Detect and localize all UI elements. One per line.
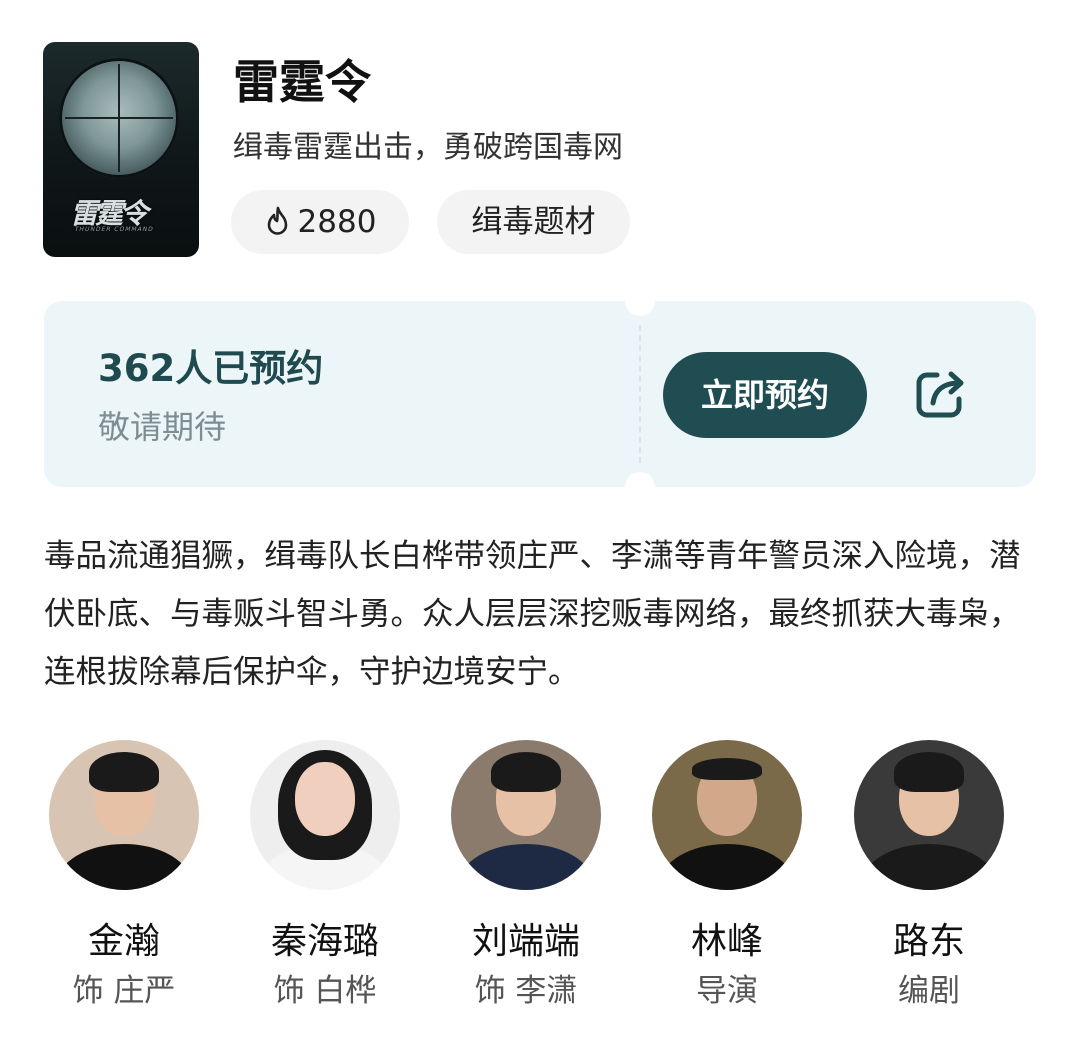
- share-icon[interactable]: [911, 363, 971, 423]
- reservation-count: 362人已预约: [98, 347, 324, 390]
- cast-role: 饰 庄严: [72, 973, 176, 1009]
- cast-name: 金瀚: [87, 921, 160, 962]
- cast-name: 路东: [892, 921, 965, 962]
- reservation-status: 敬请期待: [98, 408, 227, 446]
- cast-role: 编剧: [898, 973, 960, 1009]
- cast-item[interactable]: 林峰 导演: [652, 740, 802, 1012]
- show-description: 毒品流通猖獗，缉毒队长白桦带领庄严、李潇等青年警员深入险境，潜伏卧底、与毒贩斗智…: [44, 538, 1021, 690]
- avatar: [652, 740, 802, 890]
- avatar: [250, 740, 400, 890]
- cast-item[interactable]: 秦海璐 饰 白桦: [250, 740, 400, 1012]
- genre-tag-label: 缉毒题材: [471, 204, 596, 240]
- cast-item[interactable]: 刘端端 饰 李潇: [451, 740, 601, 1012]
- cast-name: 林峰: [690, 921, 763, 962]
- reservation-card: 362人已预约 敬请期待 立即预约: [44, 286, 1036, 502]
- heat-badge: 2880: [231, 190, 409, 254]
- show-title: 雷霆令: [233, 55, 371, 109]
- show-subtitle: 缉毒雷霆出击，勇破跨国毒网: [233, 130, 623, 165]
- ticket-perforation: [639, 325, 641, 463]
- scope-graphic: [59, 58, 179, 178]
- avatar: [451, 740, 601, 890]
- flame-icon: [267, 206, 287, 235]
- avatar: [49, 740, 199, 890]
- ticket-notch: [625, 472, 655, 502]
- reserve-now-button[interactable]: 立即预约: [663, 352, 867, 438]
- cast-item[interactable]: 路东 编剧: [854, 740, 1004, 1012]
- poster-logo: 雷霆令 THUNDER COMMAND: [68, 197, 155, 233]
- cast-name: 秦海璐: [270, 921, 379, 962]
- cast-role: 饰 李潇: [474, 973, 578, 1009]
- ticket-notch: [625, 286, 655, 316]
- cast-role: 饰 白桦: [273, 973, 377, 1009]
- show-poster[interactable]: 雷霆令 THUNDER COMMAND: [43, 42, 199, 257]
- cast-item[interactable]: 金瀚 饰 庄严: [49, 740, 199, 1012]
- cast-name: 刘端端: [471, 921, 580, 962]
- cast-role: 导演: [696, 973, 758, 1009]
- genre-tag[interactable]: 缉毒题材: [437, 190, 630, 254]
- heat-value: 2880: [297, 204, 377, 240]
- avatar: [854, 740, 1004, 890]
